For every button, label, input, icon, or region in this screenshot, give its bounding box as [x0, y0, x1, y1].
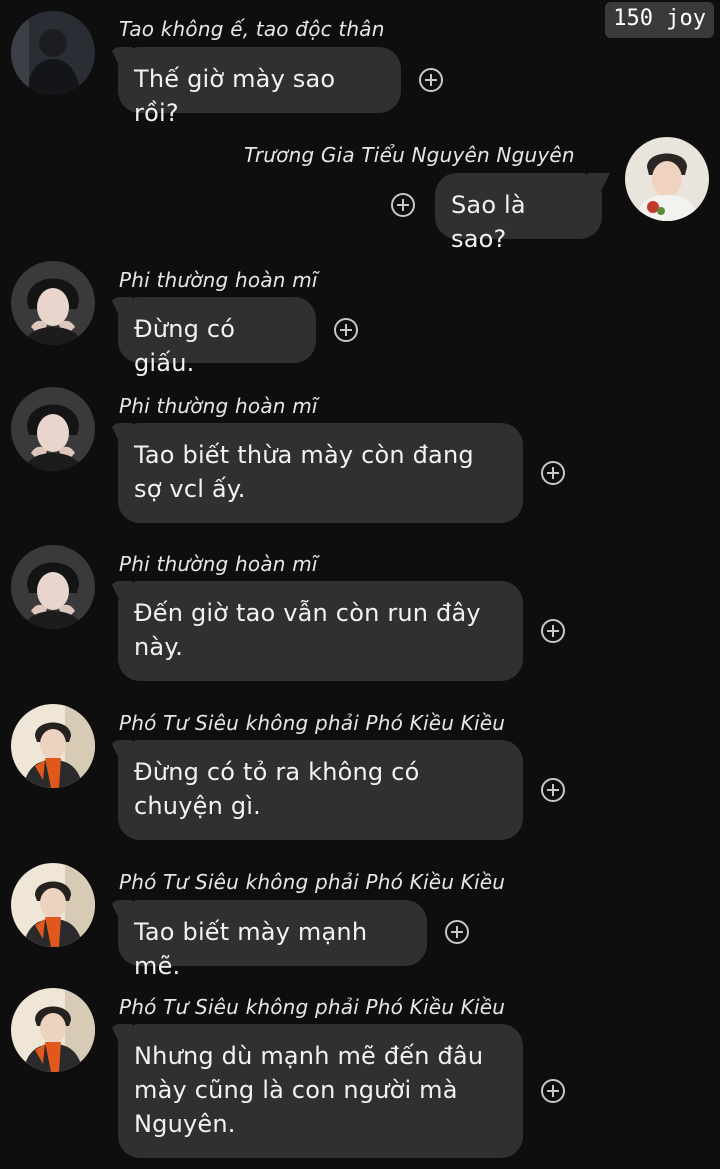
avatar[interactable]	[11, 11, 95, 95]
avatar[interactable]	[11, 387, 95, 471]
add-reaction-button[interactable]	[541, 619, 565, 643]
avatar[interactable]	[11, 545, 95, 629]
sender-name: Phi thường hoàn mĩ	[119, 552, 318, 576]
add-reaction-button[interactable]	[541, 1079, 565, 1103]
add-reaction-button[interactable]	[541, 461, 565, 485]
add-reaction-button[interactable]	[419, 68, 443, 92]
sender-name: Phó Tư Siêu không phải Phó Kiều Kiều	[119, 870, 506, 894]
sender-name: Phó Tư Siêu không phải Phó Kiều Kiều	[119, 711, 506, 735]
message-bubble[interactable]: Nhưng dù mạnh mẽ đến đâu mày cũng là con…	[118, 1024, 523, 1158]
message-bubble[interactable]: Sao là sao?	[435, 173, 602, 253]
add-reaction-button[interactable]	[391, 193, 415, 217]
avatar[interactable]	[11, 988, 95, 1072]
sender-name: Tao không ế, tao độc thân	[119, 17, 385, 41]
avatar[interactable]	[11, 863, 95, 947]
sender-name: Phi thường hoàn mĩ	[119, 394, 318, 418]
add-reaction-button[interactable]	[541, 778, 565, 802]
message-bubble[interactable]: Đừng có giấu.	[118, 297, 316, 377]
message-bubble[interactable]: Đến giờ tao vẫn còn run đây này.	[118, 581, 523, 681]
joy-counter-badge: 150 joy	[605, 2, 714, 39]
message-bubble[interactable]: Tao biết mày mạnh mẽ.	[118, 900, 427, 980]
sender-name: Phi thường hoàn mĩ	[119, 268, 318, 292]
message-bubble[interactable]: Tao biết thừa mày còn đang sợ vcl ấy.	[118, 423, 523, 523]
sender-name: Trương Gia Tiểu Nguyên Nguyên	[244, 143, 575, 167]
add-reaction-button[interactable]	[334, 318, 358, 342]
avatar[interactable]	[625, 137, 709, 221]
message-bubble[interactable]: Thế giờ mày sao rồi?	[118, 47, 401, 127]
avatar[interactable]	[11, 261, 95, 345]
add-reaction-button[interactable]	[445, 920, 469, 944]
avatar[interactable]	[11, 704, 95, 788]
sender-name: Phó Tư Siêu không phải Phó Kiều Kiều	[119, 995, 506, 1019]
message-bubble[interactable]: Đừng có tỏ ra không có chuyện gì.	[118, 740, 523, 840]
